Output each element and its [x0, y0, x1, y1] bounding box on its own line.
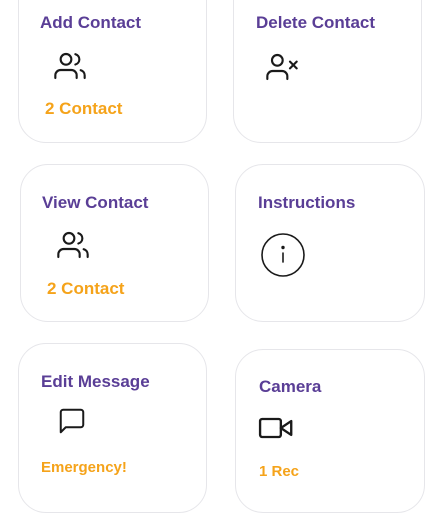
card-title: Camera — [259, 377, 322, 396]
message-square-icon — [59, 408, 85, 434]
instructions-card[interactable]: Instructions — [235, 164, 425, 322]
card-title: Delete Contact — [256, 13, 376, 32]
contact-count: 2 Contact — [47, 279, 125, 298]
card-title: Instructions — [258, 193, 356, 212]
edit-message-card[interactable]: Edit Message Emergency! — [18, 343, 207, 513]
recording-count: 1 Rec — [259, 463, 300, 480]
camera-card[interactable]: Camera 1 Rec — [235, 349, 425, 513]
card-title: View Contact — [42, 193, 149, 212]
user-x-icon — [266, 53, 298, 81]
users-icon — [54, 52, 86, 80]
card-title: Add Contact — [40, 13, 142, 32]
view-contact-card[interactable]: View Contact 2 Contact — [20, 164, 209, 322]
delete-contact-card[interactable]: Delete Contact — [233, 0, 422, 143]
contact-count: 2 Contact — [45, 99, 123, 118]
card-title: Edit Message — [41, 372, 150, 391]
users-icon — [57, 231, 89, 259]
info-icon — [261, 233, 305, 277]
video-icon — [258, 417, 293, 439]
add-contact-card[interactable]: Add Contact 2 Contact — [18, 0, 207, 143]
emergency-message: Emergency! — [41, 459, 127, 476]
